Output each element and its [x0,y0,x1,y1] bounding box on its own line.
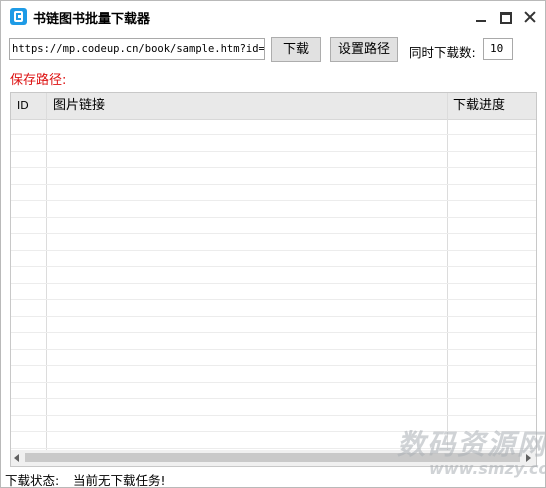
concurrent-count-input[interactable]: 10 [483,38,513,60]
concurrent-label: 同时下载数: [409,45,476,60]
table-row[interactable] [11,284,536,300]
app-book-icon [10,8,27,25]
table-row[interactable] [11,400,536,416]
minimize-icon[interactable] [471,7,491,27]
url-input[interactable]: https://mp.codeup.cn/book/sample.htm?id=… [9,38,265,60]
scroll-right-icon[interactable] [526,454,531,462]
maximize-icon[interactable] [496,7,516,27]
table-row[interactable] [11,119,536,135]
table-row[interactable] [11,218,536,234]
download-button[interactable]: 下载 [271,37,321,62]
table-row[interactable] [11,235,536,251]
table-row[interactable] [11,136,536,152]
column-header-progress[interactable]: 下载进度 [453,93,505,119]
download-table: ID 图片链接 下载进度 [10,92,537,467]
table-row[interactable] [11,202,536,218]
scrollbar-thumb[interactable] [25,453,520,462]
table-row[interactable] [11,185,536,201]
table-row[interactable] [11,152,536,168]
app-window: 书链图书批量下载器 https://mp.codeup.cn/book/samp… [0,0,546,488]
table-row[interactable] [11,268,536,284]
table-row[interactable] [11,169,536,185]
table-header: ID 图片链接 下载进度 [11,93,536,120]
table-row[interactable] [11,334,536,350]
scroll-left-icon[interactable] [14,454,19,462]
table-row[interactable] [11,301,536,317]
column-header-id[interactable]: ID [17,93,29,119]
column-header-link[interactable]: 图片链接 [53,93,105,119]
table-row[interactable] [11,383,536,399]
set-path-button[interactable]: 设置路径 [330,37,398,62]
status-label: 下载状态: [5,473,60,488]
table-row[interactable] [11,317,536,333]
window-title: 书链图书批量下载器 [33,12,151,27]
table-row[interactable] [11,350,536,366]
horizontal-scrollbar[interactable] [11,450,536,466]
save-path-label: 保存路径: [10,73,67,88]
close-icon[interactable] [520,7,540,27]
table-row[interactable] [11,251,536,267]
title-bar: 书链图书批量下载器 [1,1,545,33]
table-row[interactable] [11,433,536,449]
table-row[interactable] [11,416,536,432]
table-row[interactable] [11,367,536,383]
status-value: 当前无下载任务! [73,473,166,488]
